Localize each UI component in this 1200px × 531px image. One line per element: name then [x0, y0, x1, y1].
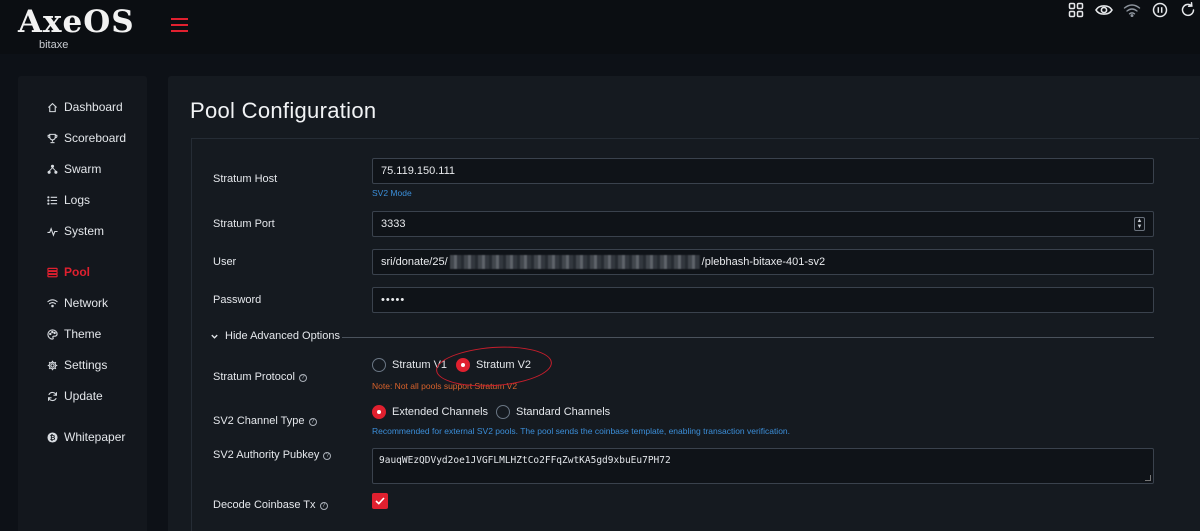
sidebar-item-label: Dashboard: [64, 100, 123, 114]
redacted-address: [449, 255, 700, 269]
sidebar-item-label: Scoreboard: [64, 131, 127, 145]
sidebar-item-label: System: [64, 224, 105, 238]
channel-type-label: SV2 Channel Type?: [213, 415, 317, 427]
radio-stratum-v1[interactable]: Stratum V1: [372, 358, 447, 372]
user-value-suffix: /plebhash-bitaxe-401-sv2: [701, 256, 826, 268]
decode-coinbase-label-text: Decode Coinbase Tx: [213, 499, 316, 511]
stratum-protocol-label-text: Stratum Protocol: [213, 371, 295, 383]
checkmark-icon: [375, 497, 385, 505]
network-icon: [46, 163, 58, 175]
help-icon[interactable]: ?: [323, 452, 332, 460]
authority-pubkey-label: SV2 Authority Pubkey?: [213, 449, 332, 461]
sidebar-item-system[interactable]: System: [18, 219, 147, 243]
channel-type-hint: Recommended for external SV2 pools. The …: [372, 426, 791, 436]
chevron-down-icon: [211, 334, 218, 339]
sidebar-item-logs[interactable]: Logs: [18, 188, 147, 212]
user-input[interactable]: sri/donate/25/ /plebhash-bitaxe-401-sv2: [372, 249, 1154, 275]
sidebar-item-label: Settings: [64, 358, 108, 372]
decode-coinbase-label: Decode Coinbase Tx?: [213, 499, 328, 511]
radio-stratum-v2[interactable]: Stratum V2: [456, 358, 531, 372]
sync-icon: [46, 390, 58, 402]
svg-text:₿: ₿: [49, 433, 55, 441]
radio-extended-channels[interactable]: Extended Channels: [372, 405, 488, 419]
protocol-note: Note: Not all pools support Stratum V2: [372, 381, 518, 391]
sidebar: Dashboard Scoreboard Swarm Logs System P…: [18, 76, 147, 531]
sidebar-item-update[interactable]: Update: [18, 384, 147, 408]
sidebar-item-label: Theme: [64, 327, 102, 341]
radio-label-v2: Stratum V2: [476, 359, 532, 371]
help-icon[interactable]: ?: [319, 502, 328, 510]
pulse-icon: [46, 225, 58, 237]
refresh-icon[interactable]: [1178, 0, 1198, 20]
sidebar-item-network[interactable]: Network: [18, 291, 147, 315]
wifi-icon: [46, 297, 58, 309]
axeos-logo[interactable]: AxeOS bitaxe: [18, 4, 134, 51]
user-value-prefix: sri/donate/25/: [381, 256, 448, 268]
pause-icon[interactable]: [1150, 0, 1170, 20]
wifi-icon[interactable]: [1122, 0, 1142, 20]
resize-handle[interactable]: [1145, 475, 1151, 481]
help-icon[interactable]: ?: [308, 418, 317, 426]
sidebar-item-label: Update: [64, 389, 103, 403]
divider: [342, 337, 1154, 338]
server-icon: [46, 266, 58, 278]
stratum-host-input[interactable]: 75.119.150.111: [372, 158, 1154, 184]
list-icon: [46, 194, 58, 206]
palette-icon: [46, 328, 58, 340]
main-content: Pool Configuration Stratum Host 75.119.1…: [168, 76, 1200, 531]
stratum-port-input[interactable]: 3333 ▲ ▼: [372, 211, 1154, 237]
logo-wordmark: AxeOS: [18, 4, 135, 40]
sidebar-item-settings[interactable]: Settings: [18, 353, 147, 377]
menu-toggle-icon[interactable]: [171, 18, 188, 32]
radio-button-v2[interactable]: [456, 358, 470, 372]
password-label: Password: [213, 294, 262, 306]
radio-button-standard[interactable]: [496, 405, 510, 419]
logo-subtitle: bitaxe: [39, 39, 69, 51]
top-bar: AxeOS bitaxe: [0, 0, 1200, 54]
hide-advanced-toggle[interactable]: Hide Advanced Options: [210, 330, 340, 342]
help-icon[interactable]: ?: [298, 374, 307, 382]
pool-config-form: Stratum Host 75.119.150.111 SV2 Mode Str…: [191, 138, 1199, 531]
sidebar-item-label: Swarm: [64, 162, 102, 176]
sidebar-item-label: Pool: [64, 265, 90, 279]
password-value: •••••: [381, 294, 406, 306]
authority-pubkey-textarea[interactable]: 9auqWEzQDVyd2oe1JVGFLMLHZtCo2FFqZwtKA5gd…: [372, 448, 1154, 484]
radio-label-v1: Stratum V1: [392, 359, 448, 371]
radio-button-extended[interactable]: [372, 405, 386, 419]
radio-label-extended: Extended Channels: [392, 406, 489, 418]
page-title: Pool Configuration: [190, 98, 377, 123]
radio-label-standard: Standard Channels: [516, 406, 611, 418]
sidebar-item-label: Whitepaper: [64, 430, 126, 444]
radio-button-v1[interactable]: [372, 358, 386, 372]
grid-icon[interactable]: [1066, 0, 1086, 20]
stratum-host-label: Stratum Host: [213, 173, 278, 185]
sv2-mode-hint: SV2 Mode: [372, 188, 412, 198]
sidebar-item-theme[interactable]: Theme: [18, 322, 147, 346]
sidebar-item-label: Logs: [64, 193, 91, 207]
eye-icon[interactable]: [1094, 0, 1114, 20]
trophy-icon: [46, 132, 58, 144]
channel-type-label-text: SV2 Channel Type: [213, 415, 305, 427]
sidebar-item-dashboard[interactable]: Dashboard: [18, 95, 147, 119]
bitcoin-icon: ₿: [46, 431, 58, 443]
advanced-toggle-label: Hide Advanced Options: [225, 330, 340, 342]
decode-coinbase-checkbox[interactable]: [372, 493, 388, 509]
sidebar-item-scoreboard[interactable]: Scoreboard: [18, 126, 147, 150]
password-input[interactable]: •••••: [372, 287, 1154, 313]
sidebar-item-swarm[interactable]: Swarm: [18, 157, 147, 181]
port-stepper[interactable]: ▲ ▼: [1134, 217, 1145, 231]
authority-pubkey-label-text: SV2 Authority Pubkey: [213, 449, 320, 461]
stratum-host-value: 75.119.150.111: [381, 165, 456, 177]
home-icon: [46, 101, 58, 113]
stratum-port-value: 3333: [381, 218, 406, 230]
authority-pubkey-value: 9auqWEzQDVyd2oe1JVGFLMLHZtCo2FFqZwtKA5gd…: [379, 455, 671, 466]
stratum-protocol-label: Stratum Protocol?: [213, 371, 307, 383]
sidebar-item-label: Network: [64, 296, 109, 310]
sidebar-item-whitepaper[interactable]: ₿ Whitepaper: [18, 425, 147, 449]
sidebar-item-pool[interactable]: Pool: [18, 260, 147, 284]
user-label: User: [213, 256, 237, 268]
stratum-port-label: Stratum Port: [213, 218, 275, 230]
radio-standard-channels[interactable]: Standard Channels: [496, 405, 610, 419]
gear-icon: [46, 359, 58, 371]
